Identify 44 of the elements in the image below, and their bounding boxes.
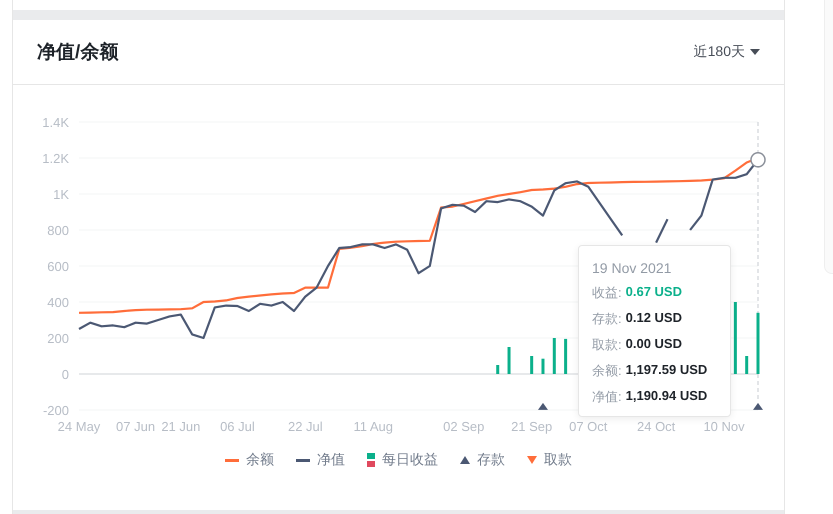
legend-label: 净值 <box>317 451 345 469</box>
tooltip-label: 收益: <box>592 284 622 302</box>
axis-label: 200 <box>47 331 69 346</box>
tooltip-value: 0.67 USD <box>626 284 682 301</box>
axis-label: -200 <box>42 403 69 418</box>
axis-label: 06 Jul <box>220 419 255 434</box>
axis-label: 07 Oct <box>569 419 608 434</box>
range-dropdown[interactable]: 近180天 <box>694 43 760 61</box>
card-title: 净值/余额 <box>37 40 118 65</box>
axis-label: 21 Sep <box>511 419 552 434</box>
axis-label: 07 Jun <box>116 419 156 434</box>
tooltip-value: 1,190.94 USD <box>626 388 708 405</box>
axis-label: 1.4K <box>42 115 69 130</box>
axis-label: 1.2K <box>42 151 69 166</box>
axis-label: 400 <box>47 295 69 310</box>
axis-label: 10 Nov <box>703 419 745 434</box>
legend-label: 存款 <box>477 451 505 469</box>
axis-label: 1K <box>53 187 69 202</box>
triangle-down-icon <box>527 456 537 464</box>
axis-label: 24 Oct <box>637 419 676 434</box>
axis-label: 800 <box>47 223 69 238</box>
tooltip-label: 余额: <box>592 362 622 380</box>
line-swatch-icon <box>225 458 239 462</box>
axis-label: 22 Jul <box>288 419 323 434</box>
tooltip-label: 存款: <box>592 310 622 328</box>
legend-label: 每日收益 <box>382 451 438 469</box>
tooltip-value: 0.00 USD <box>626 336 682 353</box>
tooltip-date: 19 Nov 2021 <box>592 260 672 276</box>
legend-label: 取款 <box>544 451 572 469</box>
tooltip-value: 1,197.59 USD <box>626 362 708 379</box>
axis-label: 11 Aug <box>353 419 393 434</box>
axis-label: 600 <box>47 259 69 274</box>
tooltip-value: 0.12 USD <box>626 310 682 327</box>
line-swatch-icon <box>296 458 310 462</box>
triangle-up-icon <box>460 456 470 464</box>
axis-label: 24 May <box>58 419 100 434</box>
axis-label: 21 Jun <box>161 419 200 434</box>
axis-label: 02 Sep <box>443 419 484 434</box>
tooltip-label: 净值: <box>592 388 622 406</box>
bar-swatch-icon <box>367 453 375 467</box>
legend-label: 余额 <box>246 451 274 469</box>
axis-label: 0 <box>62 367 69 382</box>
tooltip-label: 取款: <box>592 336 622 354</box>
caret-icon <box>750 49 760 55</box>
